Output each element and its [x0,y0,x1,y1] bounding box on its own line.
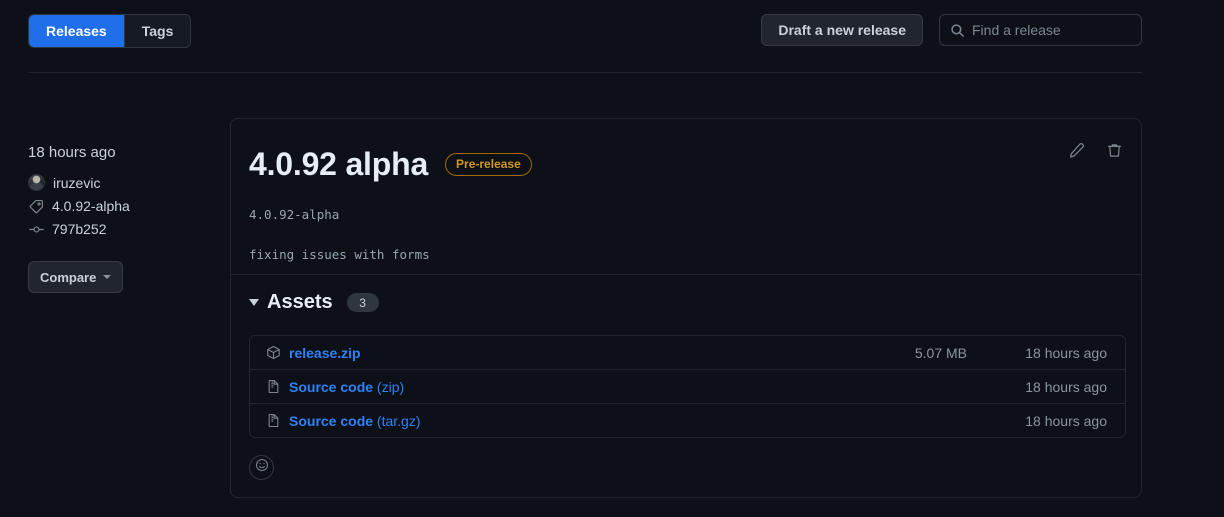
page-title: 4.0.92 alpha [249,145,428,183]
asset-link[interactable]: Source code (zip) [289,379,404,395]
search-icon [950,23,965,38]
release-actions [1067,141,1123,159]
asset-link[interactable]: release.zip [289,345,361,361]
triangle-down-icon [249,299,259,306]
asset-link-ext: (tar.gz) [373,413,420,429]
releases-tags-switch: Releases Tags [28,14,191,48]
release-notes-line-1: 4.0.92-alpha [249,206,1123,224]
asset-name-cell: Source code (zip) [266,379,817,395]
asset-size: 5.07 MB [817,345,967,361]
release-published-date: 18 hours ago [28,144,213,161]
chevron-down-icon [103,275,111,279]
table-row[interactable]: Source code (zip) 18 hours ago [250,370,1125,404]
asset-link-name: Source code [289,413,373,429]
asset-name-cell: release.zip [266,345,817,361]
search-input[interactable] [972,15,1153,45]
table-row[interactable]: Source code (tar.gz) 18 hours ago [250,404,1125,437]
release-notes-line-2: fixing issues with forms [249,246,1123,264]
releases-page: Releases Tags Draft a new release 18 hou… [0,0,1224,517]
release-tag-row[interactable]: 4.0.92-alpha [28,198,213,214]
file-zip-icon [266,379,282,394]
tag-name[interactable]: 4.0.92-alpha [52,198,130,214]
assets-table: release.zip 5.07 MB 18 hours ago So [249,335,1126,438]
package-icon [266,345,282,360]
status-badge: Pre-release [445,153,532,176]
asset-link-name: Source code [289,379,373,395]
commit-icon [28,221,44,237]
release-author-row[interactable]: iruzevic [28,174,213,191]
author-name[interactable]: iruzevic [53,175,100,191]
release-search[interactable] [939,14,1142,46]
edit-release-button[interactable] [1067,141,1085,159]
avatar [28,174,45,191]
delete-release-button[interactable] [1105,141,1123,159]
release-card: 4.0.92 alpha Pre-release [230,118,1142,498]
assets-header: Assets 3 [249,291,379,314]
table-row[interactable]: release.zip 5.07 MB 18 hours ago [250,336,1125,370]
release-title-row: 4.0.92 alpha Pre-release [249,145,1117,183]
page-toolbar: Releases Tags Draft a new release [28,14,1142,48]
tab-tags[interactable]: Tags [125,15,191,47]
tag-icon [28,198,44,214]
asset-date: 18 hours ago [967,379,1107,395]
smiley-icon [255,458,269,477]
tab-releases[interactable]: Releases [29,15,124,47]
asset-link-ext: (zip) [373,379,404,395]
compare-button-label: Compare [40,270,96,285]
asset-link[interactable]: Source code (tar.gz) [289,413,421,429]
release-notes: 4.0.92-alpha fixing issues with forms [231,206,1141,263]
file-zip-icon [266,413,282,428]
commit-sha[interactable]: 797b252 [52,221,107,237]
release-header: 4.0.92 alpha Pre-release [231,119,1141,183]
assets-heading: Assets [267,291,333,314]
release-meta-sidebar: 18 hours ago iruzevic 4.0.92-alpha [28,144,213,293]
assets-toggle[interactable]: Assets [249,291,333,314]
toolbar-right-group: Draft a new release [761,14,1142,46]
assets-count-badge: 3 [347,293,379,312]
draft-new-release-button[interactable]: Draft a new release [761,14,923,46]
add-reaction-button[interactable] [249,455,274,480]
release-commit-row[interactable]: 797b252 [28,221,213,237]
assets-divider [231,274,1141,275]
compare-button[interactable]: Compare [28,261,123,293]
asset-name-cell: Source code (tar.gz) [266,413,817,429]
header-divider [28,72,1142,73]
asset-date: 18 hours ago [967,413,1107,429]
asset-date: 18 hours ago [967,345,1107,361]
